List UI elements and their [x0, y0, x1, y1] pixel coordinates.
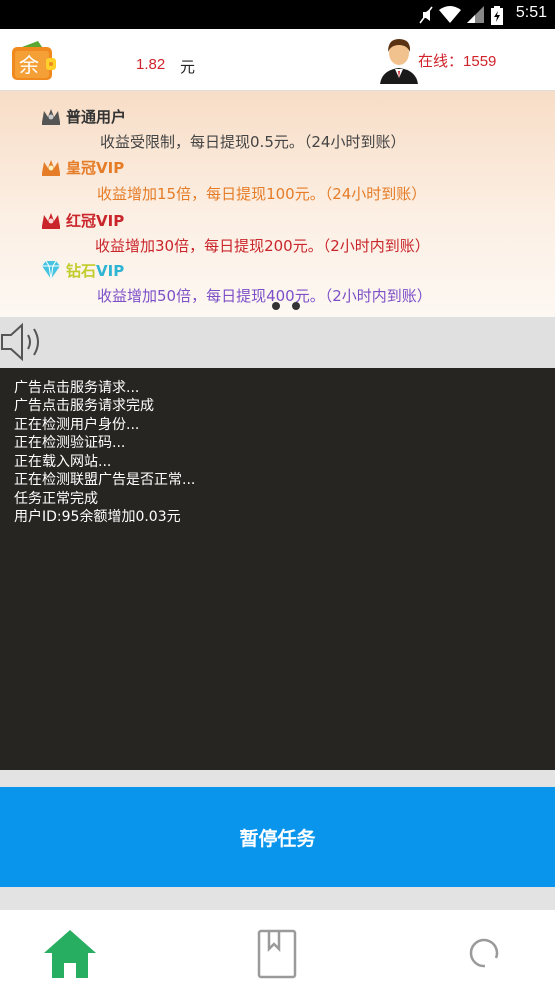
log-line: 任务正常完成 [14, 491, 98, 507]
tier-desc: 收益受限制，每日提现0.5元。（24小时到账） [100, 133, 406, 151]
online-count: 1559 [463, 53, 497, 70]
online-status: 在线：1559 [418, 50, 496, 71]
wifi-icon [439, 6, 461, 23]
wallet-icon[interactable]: 余 [12, 41, 56, 81]
status-icons [419, 5, 503, 25]
vip-banner[interactable]: 普通用户 收益受限制，每日提现0.5元。（24小时到账） 皇冠VIP 收益增加1… [0, 91, 555, 317]
carousel-indicator[interactable] [272, 302, 300, 310]
tier-name: 钻石VIP [66, 261, 125, 280]
crown-icon [42, 213, 60, 229]
status-time: 5:51 [515, 4, 547, 21]
signal-icon [467, 6, 484, 23]
battery-icon [491, 5, 503, 25]
svg-text:余: 余 [19, 53, 39, 77]
tier-name: 皇冠VIP [66, 158, 125, 177]
bottom-nav [0, 910, 555, 988]
log-line: 正在检测验证码... [14, 435, 126, 451]
carousel-dot[interactable] [292, 302, 300, 310]
notice-bar [0, 317, 555, 368]
crown-icon [42, 160, 60, 176]
tier-desc: 收益增加15倍，每日提现100元。（24小时到账） [97, 185, 427, 203]
log-line: 正在载入网站... [14, 454, 112, 470]
diamond-icon [42, 260, 60, 280]
tier-diamond-vip: 钻石VIP [40, 260, 124, 280]
balance-amount: 1.82 [136, 56, 166, 73]
balance-unit: 元 [180, 58, 196, 76]
bookmark-icon [257, 929, 297, 979]
status-bar: 5:51 [0, 0, 555, 29]
online-label: 在线： [418, 52, 464, 70]
top-bar: 余 1.82 元 在线：1559 [0, 29, 555, 91]
log-line: 广告点击服务请求... [14, 380, 140, 396]
speaker-icon[interactable] [0, 320, 46, 364]
tier-desc: 收益增加30倍，每日提现200元。（2小时内到账） [95, 237, 430, 255]
crown-icon [42, 109, 60, 125]
tier-crown-vip: 皇冠VIP [40, 157, 124, 177]
log-line: 广告点击服务请求完成 [14, 398, 154, 414]
log-line: 正在检测用户身份... [14, 417, 140, 433]
log-line: 用户ID:95余额增加0.03元 [14, 509, 181, 525]
nav-profile[interactable] [455, 924, 515, 984]
task-log-console: 广告点击服务请求... 广告点击服务请求完成 正在检测用户身份... 正在检测验… [0, 368, 555, 770]
profile-icon [469, 938, 499, 968]
log-line: 正在检测联盟广告是否正常... [14, 472, 196, 488]
nav-bookmark[interactable] [247, 924, 307, 984]
user-avatar-icon[interactable] [380, 36, 418, 84]
tier-name: 红冠VIP [66, 211, 125, 230]
tier-normal: 普通用户 [40, 106, 126, 126]
home-icon [44, 930, 96, 978]
tier-red-crown-vip: 红冠VIP [40, 210, 124, 230]
pause-task-button[interactable]: 暂停任务 [0, 787, 555, 887]
tier-name: 普通用户 [66, 107, 127, 126]
mute-icon [419, 6, 433, 24]
nav-home[interactable] [40, 924, 100, 984]
tier-desc: 收益增加50倍，每日提现400元。（2小时内到账） [97, 287, 432, 305]
carousel-dot[interactable] [272, 302, 280, 310]
